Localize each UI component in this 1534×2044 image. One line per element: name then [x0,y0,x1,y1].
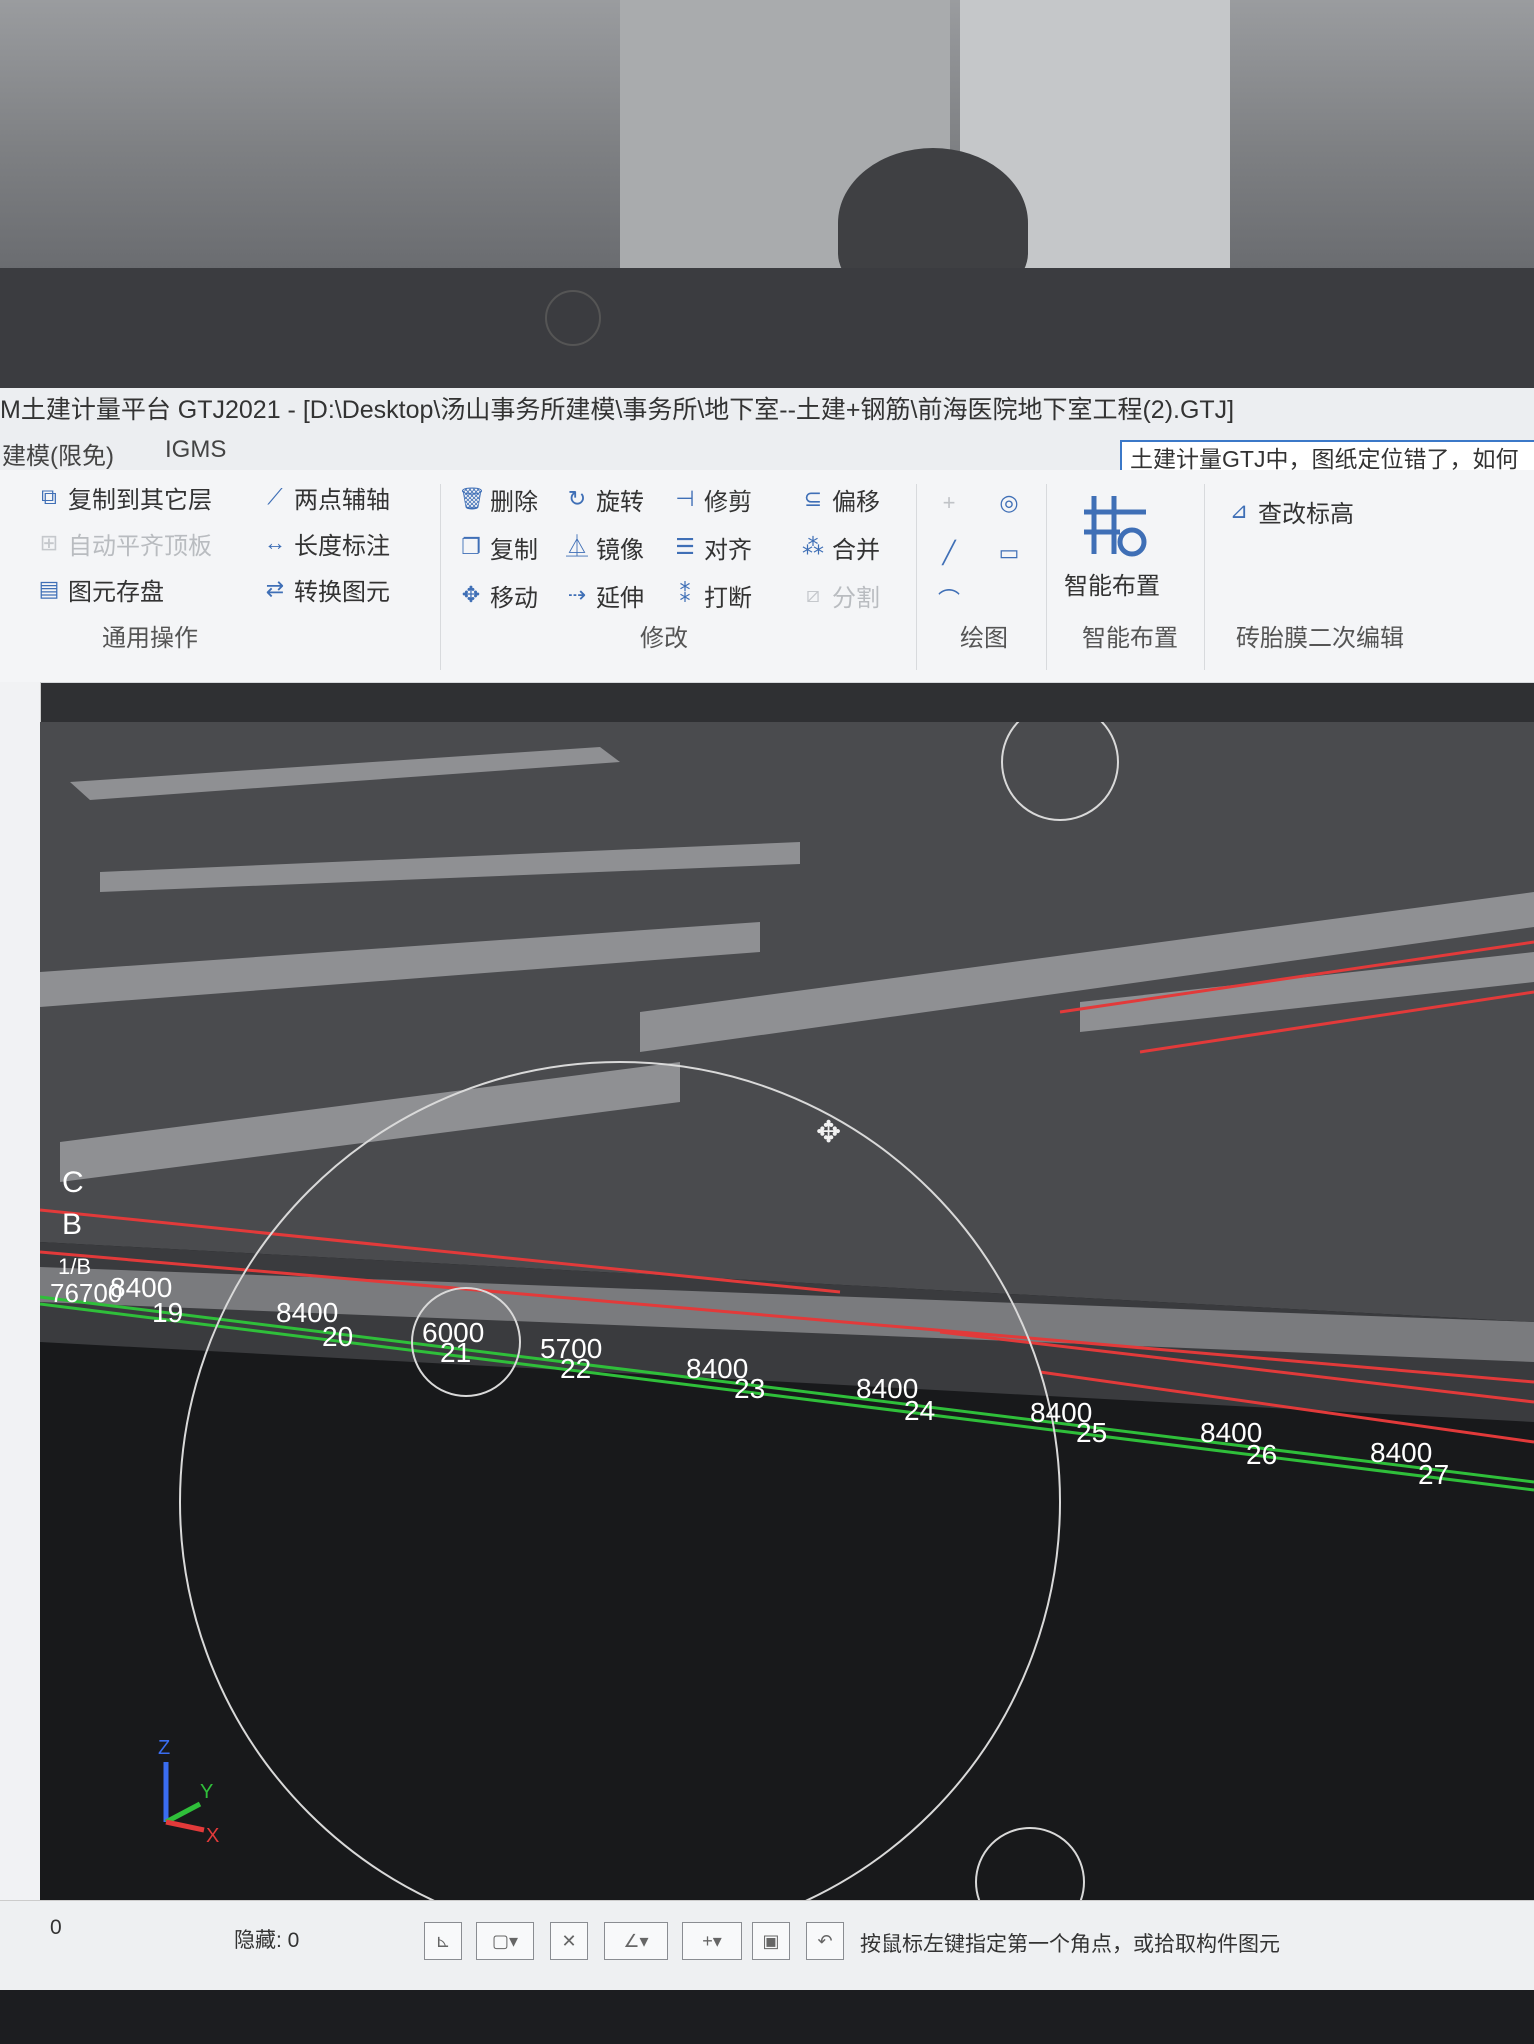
arc-icon: ⌒ [937,588,960,613]
trim-button[interactable]: ⊣ 修剪 [672,482,752,516]
split-button[interactable]: ⧄ 分割 [800,578,880,612]
circle-icon: ◎ [999,490,1019,515]
group-label-smart: 智能布置 [1082,625,1178,652]
split-icon: ⧄ [806,582,820,607]
align-slab-icon: ⊞ [39,530,59,555]
axis-number: 24 [904,1395,935,1426]
menu-item-igms[interactable]: IGMS [165,436,226,464]
dimension-icon: ↔ [264,530,286,555]
group-label-brick: 砖胎膜二次编辑 [1236,625,1404,652]
extend-button[interactable]: ⇢ 延伸 [564,578,644,612]
offset-input-toggle[interactable]: +▾ [682,1922,742,1960]
arc-mode-toggle[interactable]: ↶ [806,1922,844,1960]
move-icon: ✥ [461,582,481,607]
axis-number: 22 [560,1353,591,1384]
arc-draw-button[interactable]: ⌒ [936,584,968,618]
copy-icon: ❐ [461,534,481,559]
cross-snap-toggle[interactable]: ✕ [550,1922,588,1960]
axis-letter: 1/B [58,1254,91,1279]
delete-button[interactable]: 🗑 删除 [458,482,538,516]
window-title: M土建计量平台 GTJ2021 - [D:\Desktop\汤山事务所建模\事务… [0,388,1534,432]
rect-draw-button[interactable]: ▭ [996,536,1028,570]
group-label-modify: 修改 [640,625,688,652]
smart-layout-button[interactable]: 智能布置 [1064,566,1160,600]
check-elevation-button[interactable]: ⊿ 查改标高 [1226,494,1354,528]
merge-button[interactable]: ⁂ 合并 [800,530,880,564]
model-viewport[interactable]: ✥ C B 1/B 76700 8400 8400 6000 5700 8400… [40,722,1534,1900]
align-icon: ☰ [675,534,695,559]
axis-icon: ⟋ [267,484,283,509]
move-button[interactable]: ✥ 移动 [458,578,538,612]
copy-button[interactable]: ❐ 复制 [458,530,538,564]
group-label-draw: 绘图 [960,625,1008,652]
move-cursor-icon: ✥ [816,1116,841,1149]
ribbon-separator [1046,484,1047,670]
gizmo-x-label: X [206,1825,219,1847]
rotate-icon: ↻ [567,486,587,511]
line-draw-button[interactable]: ╱ [936,536,968,570]
align-button[interactable]: ☰ 对齐 [672,530,752,564]
rectangle-icon: ▭ [998,540,1020,565]
break-button[interactable]: ⁑ 打断 [672,578,753,612]
axis-letter: B [62,1208,82,1241]
rotate-button[interactable]: ↻ 旋转 [564,482,644,516]
convert-element-button[interactable]: ⇄ 转换图元 [262,572,390,606]
display-toggle[interactable]: ▣ [752,1922,790,1960]
ribbon-separator [1204,484,1205,670]
axis-number: 23 [734,1373,765,1404]
coordinate-gizmo: Z Y X [158,1737,219,1847]
copy-to-floor-button[interactable]: ⧉ 复制到其它层 [36,480,212,514]
webcam-icon [545,290,601,346]
copy-layer-icon: ⧉ [41,484,57,509]
extend-icon: ⇢ [567,582,587,607]
status-hint: 按鼠标左键指定第一个角点，或拾取构件图元 [860,1933,1280,1956]
object-snap-toggle[interactable]: ▢▾ [476,1922,534,1960]
ribbon-separator [440,484,441,670]
help-search-box[interactable]: 土建计量GTJ中，图纸定位错了，如何 [1120,440,1534,474]
axis-number: 21 [440,1337,471,1368]
auto-align-slab-button[interactable]: ⊞ 自动平齐顶板 [36,526,212,560]
monitor-bezel [0,268,1534,388]
model-3d-canvas[interactable]: ✥ C B 1/B 76700 8400 8400 6000 5700 8400… [40,722,1534,1900]
angle-snap-toggle[interactable]: ∠▾ [604,1922,668,1960]
status-left-value: 0 [50,1916,62,1939]
trim-icon: ⊣ [675,486,695,511]
menu-item-modeling[interactable]: 建模(限免) [2,436,114,471]
two-point-axis-button[interactable]: ⟋ 两点辅轴 [262,480,390,514]
hidden-count: 隐藏: 0 [234,1929,300,1952]
break-icon: ⁑ [679,582,691,607]
mirror-button[interactable]: ⏅ 镜像 [564,530,644,564]
elevation-icon: ⊿ [1229,498,1249,523]
axis-number: 19 [152,1297,183,1328]
point-draw-button[interactable]: + [936,486,968,520]
left-side-panel[interactable] [0,682,41,1900]
length-dim-button[interactable]: ↔ 长度标注 [262,526,390,560]
circle-draw-button[interactable]: ◎ [996,486,1028,520]
gizmo-z-label: Z [158,1737,170,1759]
mirror-icon: ⏅ [565,534,588,559]
orbit-handle-bottom[interactable] [975,1827,1085,1900]
group-label-general: 通用操作 [102,625,198,652]
merge-icon: ⁂ [802,534,824,559]
axis-number: 25 [1076,1417,1107,1448]
gizmo-y-label: Y [200,1781,213,1803]
axis-letter: C [62,1166,84,1199]
convert-icon: ⇄ [265,576,285,601]
point-icon: + [942,490,956,515]
ribbon-separator [916,484,917,670]
line-icon: ╱ [942,540,956,565]
offset-button[interactable]: ⊆ 偏移 [800,482,880,516]
ortho-toggle[interactable]: ⊾ [424,1922,462,1960]
axis-number: 27 [1418,1459,1449,1490]
axis-number: 20 [322,1321,353,1352]
smart-layout-icon [1084,496,1147,557]
monitor-bottom-bezel [0,1990,1534,2044]
offset-icon: ⊆ [803,486,823,511]
trash-icon: 🗑 [458,486,486,511]
save-element-icon: ▤ [38,576,60,601]
save-element-button[interactable]: ▤ 图元存盘 [36,572,164,606]
axis-number: 26 [1246,1439,1277,1470]
